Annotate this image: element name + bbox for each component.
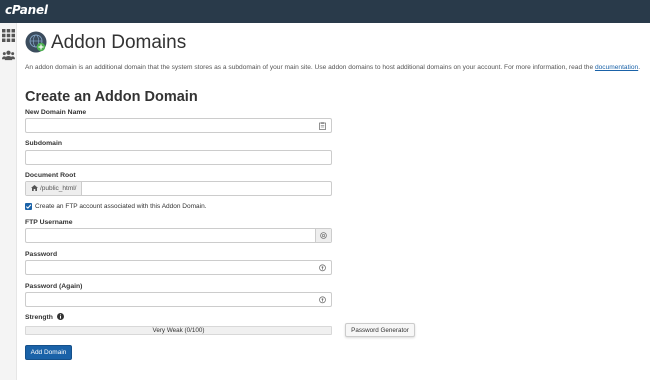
home-icon: [31, 185, 38, 192]
section-title: Create an Addon Domain: [25, 89, 198, 105]
key-icon: [319, 264, 326, 272]
strength-label: Strength: [25, 313, 64, 322]
clipboard-icon: [319, 122, 326, 130]
password-field[interactable]: [25, 260, 332, 275]
top-bar: cPanel: [0, 0, 650, 23]
ftp-username-suffix: [315, 229, 331, 242]
documentation-link[interactable]: documentation: [595, 64, 638, 71]
password-again-label: Password (Again): [25, 283, 83, 290]
sidebar: [0, 23, 17, 380]
at-icon: [320, 232, 327, 239]
password-input[interactable]: [26, 261, 331, 274]
main-content: Addon Domains An addon domain is an addi…: [25, 23, 640, 380]
new-domain-label: New Domain Name: [25, 109, 87, 116]
document-root-field[interactable]: /public_html/: [25, 181, 332, 196]
password-strength-meter: Very Weak (0/100): [25, 326, 332, 335]
ftp-checkbox-label: Create an FTP account associated with th…: [35, 203, 207, 210]
password-label: Password: [25, 251, 58, 258]
add-domain-button[interactable]: Add Domain: [25, 345, 72, 360]
password-again-input[interactable]: [26, 293, 331, 306]
password-generator-button[interactable]: Password Generator: [345, 323, 415, 337]
document-root-label: Document Root: [25, 172, 76, 179]
page-description: An addon domain is an additional domain …: [25, 64, 641, 71]
users-icon[interactable]: [2, 49, 15, 62]
subdomain-input[interactable]: [26, 151, 331, 164]
new-domain-field[interactable]: [25, 118, 332, 133]
grid-icon[interactable]: [2, 29, 15, 42]
document-root-prefix: /public_html/: [26, 182, 82, 195]
page-title: Addon Domains: [51, 32, 187, 53]
key-icon: [319, 296, 326, 304]
ftp-username-label: FTP Username: [25, 219, 73, 226]
cpanel-logo[interactable]: cPanel: [5, 3, 48, 17]
document-root-input[interactable]: [83, 182, 332, 195]
ftp-username-input[interactable]: [26, 229, 316, 242]
info-icon[interactable]: [56, 313, 64, 320]
ftp-username-field[interactable]: [25, 228, 332, 243]
subdomain-label: Subdomain: [25, 140, 63, 147]
ftp-checkbox[interactable]: [25, 203, 32, 210]
password-strength-text: Very Weak (0/100): [152, 327, 205, 334]
password-again-field[interactable]: [25, 292, 332, 307]
new-domain-input[interactable]: [26, 119, 331, 132]
checkmark-icon: [25, 204, 32, 209]
addon-domain-icon: [25, 31, 47, 53]
subdomain-field[interactable]: [25, 150, 332, 165]
